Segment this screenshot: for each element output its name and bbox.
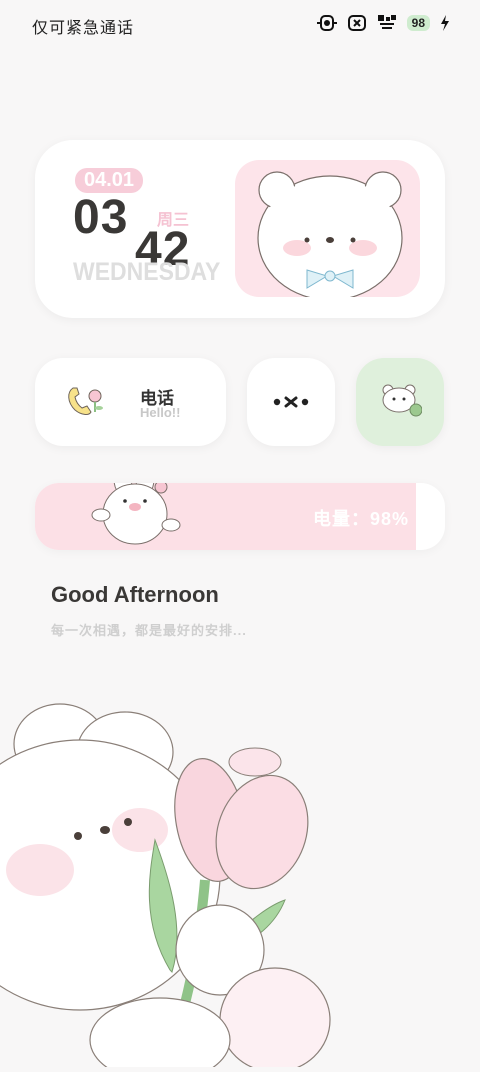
- wallpaper-bear-tulip-illustration: [0, 700, 340, 1072]
- data-off-icon: [377, 14, 397, 32]
- bunny-illustration: [85, 483, 185, 550]
- bear-illustration: [235, 160, 420, 297]
- phone-subtitle: Hello!!: [140, 405, 181, 420]
- charging-bolt-icon: [440, 14, 450, 32]
- greeting-subtitle: 每一次相遇，都是最好的安排...: [51, 623, 247, 638]
- bear-mini-widget[interactable]: [356, 358, 444, 446]
- sim-x-icon: [347, 14, 367, 32]
- clock-hour: 03: [73, 191, 129, 244]
- battery-level-badge: 98: [406, 15, 430, 31]
- face-icon: [271, 394, 311, 415]
- face-dots-widget[interactable]: [247, 358, 335, 446]
- status-text: 仅可紧急通话: [32, 20, 135, 37]
- nfc-icon: [316, 14, 337, 32]
- phone-icon: [65, 384, 105, 423]
- status-icons: 98: [316, 14, 450, 32]
- phone-widget[interactable]: 电话 Hello!!: [35, 358, 226, 446]
- clock-widget[interactable]: 04.01 03 周三 42 WEDNESDAY: [35, 140, 445, 318]
- greeting-title: Good Afternoon: [51, 582, 219, 607]
- battery-label: 电量：98%: [312, 509, 409, 529]
- mini-bear-icon: [380, 382, 423, 423]
- weekday-english: WEDNESDAY: [73, 258, 221, 286]
- battery-widget[interactable]: 电量：98%: [35, 483, 445, 550]
